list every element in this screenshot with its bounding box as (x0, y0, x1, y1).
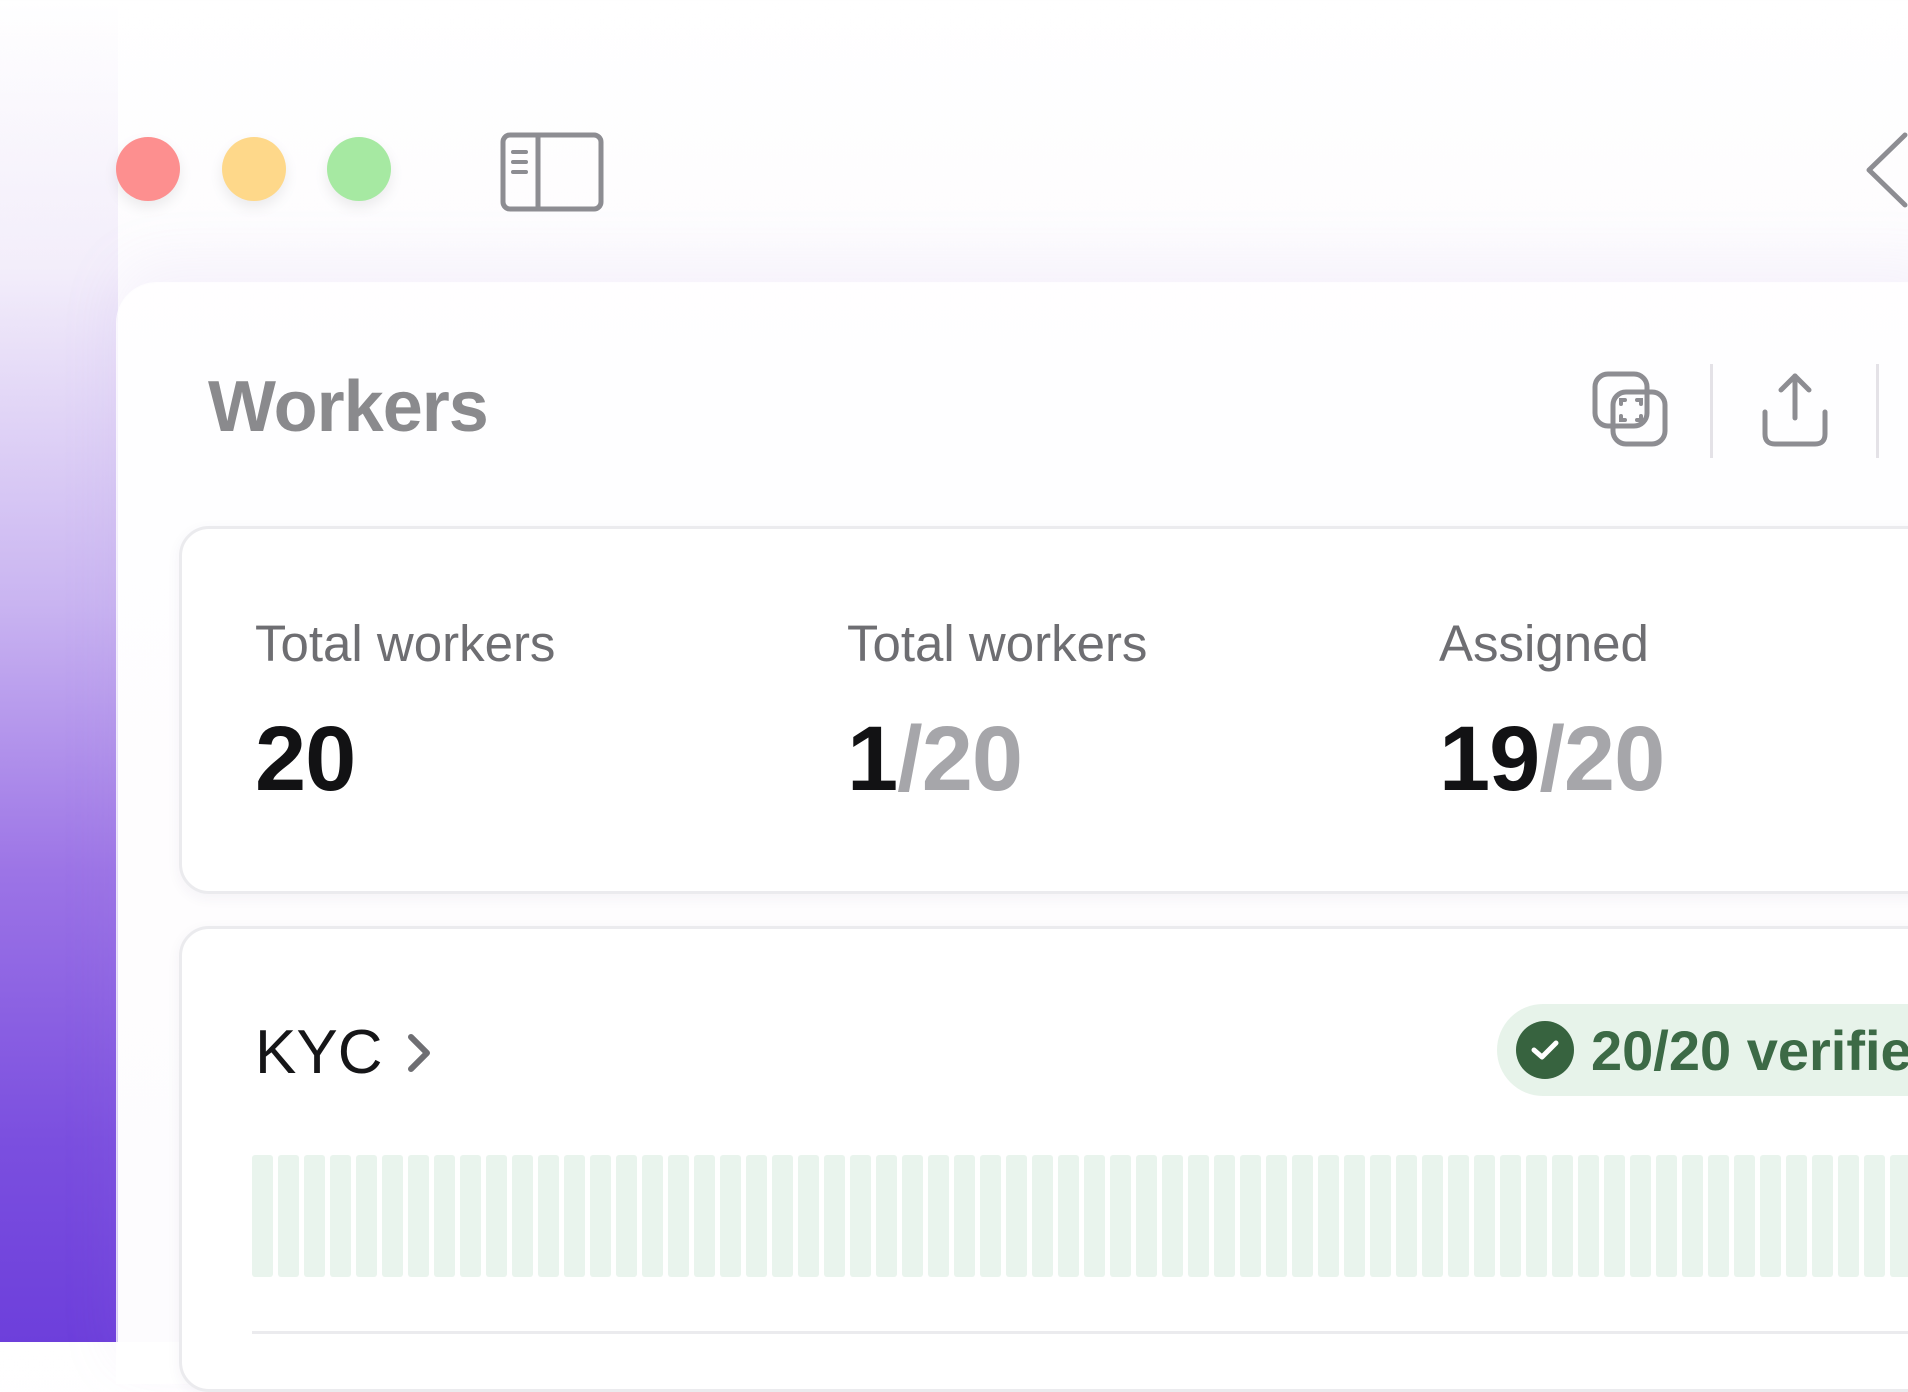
progress-segment (694, 1155, 715, 1277)
progress-segment (486, 1155, 507, 1277)
progress-segment (1292, 1155, 1313, 1277)
progress-segment (876, 1155, 897, 1277)
progress-segment (1162, 1155, 1183, 1277)
kyc-header-link[interactable]: KYC (255, 1017, 434, 1088)
stat-value: 19/20 (1439, 707, 1665, 812)
progress-segment (1578, 1155, 1599, 1277)
progress-segment (1786, 1155, 1807, 1277)
progress-segment (902, 1155, 923, 1277)
progress-segment (1058, 1155, 1079, 1277)
progress-segment (252, 1155, 273, 1277)
progress-segment (746, 1155, 767, 1277)
progress-segment (1214, 1155, 1235, 1277)
stat-label: Assigned (1439, 615, 1649, 672)
progress-segment (1838, 1155, 1859, 1277)
stat-label: Total workers (255, 615, 556, 672)
divider (252, 1331, 1908, 1334)
zoom-window-button[interactable] (327, 137, 391, 201)
kyc-title: KYC (255, 1018, 383, 1087)
progress-segment (980, 1155, 1001, 1277)
verified-count: 20/20 verified (1591, 1018, 1908, 1082)
progress-segment (772, 1155, 793, 1277)
progress-segment (642, 1155, 663, 1277)
stat-value: 20 (255, 707, 555, 812)
toolbar-divider (1710, 364, 1713, 458)
progress-segment (1812, 1155, 1833, 1277)
progress-segment (824, 1155, 845, 1277)
chevron-right-icon (408, 1033, 431, 1072)
progress-segment (928, 1155, 949, 1277)
progress-segment (1682, 1155, 1703, 1277)
stat-denominator: /20 (1539, 708, 1665, 810)
stat-number: 20 (255, 708, 356, 810)
desktop-background (0, 0, 118, 1342)
progress-segment (1604, 1155, 1625, 1277)
progress-segment (382, 1155, 403, 1277)
sidebar-toggle-icon[interactable] (500, 132, 604, 212)
progress-segment (798, 1155, 819, 1277)
progress-segment (1110, 1155, 1131, 1277)
kyc-card: KYC 20/20 verified (179, 926, 1908, 1392)
progress-segment (590, 1155, 611, 1277)
stat-number: 1 (847, 708, 898, 810)
kyc-progress-bars (252, 1155, 1908, 1277)
progress-segment (1734, 1155, 1755, 1277)
progress-segment (356, 1155, 377, 1277)
stat-assigned: Assigned 19/20 (1439, 614, 1665, 812)
progress-segment (1136, 1155, 1157, 1277)
stat-value: 1/20 (847, 707, 1147, 812)
progress-segment (668, 1155, 689, 1277)
progress-segment (1318, 1155, 1339, 1277)
progress-segment (1630, 1155, 1651, 1277)
progress-segment (1552, 1155, 1573, 1277)
progress-segment (954, 1155, 975, 1277)
progress-segment (564, 1155, 585, 1277)
progress-segment (1370, 1155, 1391, 1277)
progress-segment (1006, 1155, 1027, 1277)
page-title: Workers (208, 367, 489, 447)
progress-segment (1084, 1155, 1105, 1277)
progress-segment (1890, 1155, 1908, 1277)
stat-denominator: /20 (897, 708, 1023, 810)
check-circle-icon (1516, 1021, 1574, 1079)
progress-segment (1188, 1155, 1209, 1277)
minimize-window-button[interactable] (222, 137, 286, 201)
screenshot-capture-icon[interactable] (1591, 370, 1671, 450)
toolbar-divider (1876, 364, 1879, 458)
stats-card: Total workers 20 Total workers 1/20 Assi… (179, 526, 1908, 894)
progress-segment (720, 1155, 741, 1277)
progress-segment (1240, 1155, 1261, 1277)
progress-segment (512, 1155, 533, 1277)
progress-segment (1474, 1155, 1495, 1277)
progress-segment (1526, 1155, 1547, 1277)
progress-segment (1396, 1155, 1417, 1277)
share-upload-icon[interactable] (1755, 370, 1835, 450)
progress-segment (538, 1155, 559, 1277)
progress-segment (434, 1155, 455, 1277)
stat-label: Total workers (847, 615, 1148, 672)
progress-segment (408, 1155, 429, 1277)
close-window-button[interactable] (116, 137, 180, 201)
progress-segment (278, 1155, 299, 1277)
progress-segment (1864, 1155, 1885, 1277)
progress-segment (1422, 1155, 1443, 1277)
progress-segment (616, 1155, 637, 1277)
chevron-left-icon[interactable] (1855, 130, 1908, 210)
progress-segment (460, 1155, 481, 1277)
verified-status-badge: 20/20 verified (1497, 1004, 1908, 1096)
progress-segment (330, 1155, 351, 1277)
progress-segment (1344, 1155, 1365, 1277)
progress-segment (1708, 1155, 1729, 1277)
progress-segment (1500, 1155, 1521, 1277)
stat-number: 19 (1439, 708, 1540, 810)
progress-segment (1656, 1155, 1677, 1277)
progress-segment (304, 1155, 325, 1277)
progress-segment (1448, 1155, 1469, 1277)
stat-total-workers: Total workers 20 (255, 614, 555, 812)
stat-total-workers-secondary: Total workers 1/20 (847, 614, 1147, 812)
progress-segment (1032, 1155, 1053, 1277)
progress-segment (850, 1155, 871, 1277)
progress-segment (1266, 1155, 1287, 1277)
progress-segment (1760, 1155, 1781, 1277)
